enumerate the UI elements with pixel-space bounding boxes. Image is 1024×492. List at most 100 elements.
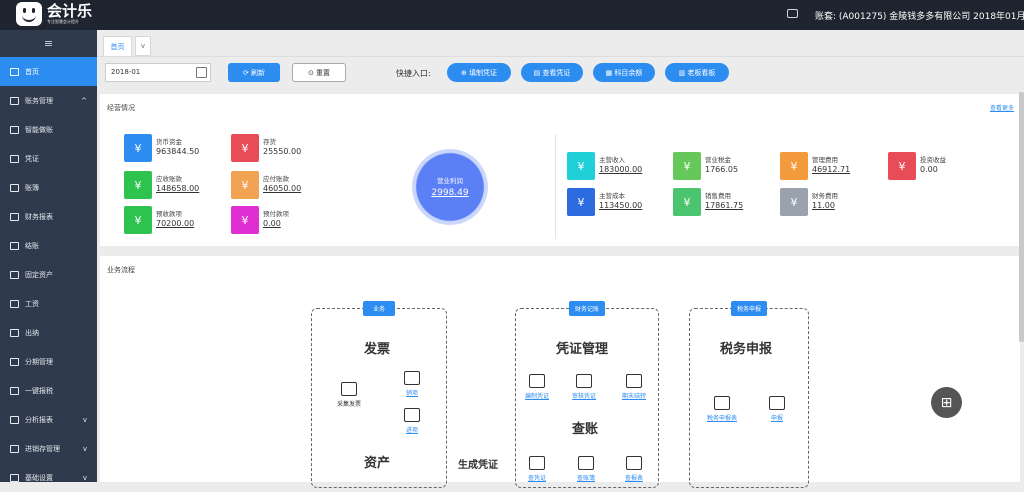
sidebar-item-4[interactable]: 账簿: [0, 173, 97, 202]
calendar-icon[interactable]: [196, 67, 207, 78]
fill-voucher-item[interactable]: 编制凭证: [515, 374, 559, 400]
reset-button[interactable]: ⊙ 重置: [292, 63, 346, 82]
quick-view-voucher-label: 查看凭证: [542, 68, 571, 77]
input-invoice-item[interactable]: 进项: [390, 408, 434, 434]
stat-value[interactable]: 148658.00: [156, 184, 199, 193]
quick-view-voucher-button[interactable]: ▤ 查看凭证: [521, 63, 583, 82]
stat-left-4[interactable]: ¥ 预收款项 70200.00: [124, 206, 234, 240]
purchase-invoice-label: 采集发票: [336, 401, 361, 408]
stat-value[interactable]: 46050.00: [263, 184, 301, 193]
stat-right-0[interactable]: ¥ 主营收入 183000.00: [567, 152, 677, 186]
sidebar-item-label: 结账: [25, 241, 39, 250]
stat-left-0[interactable]: ¥ 货币资金 963844.50: [124, 134, 234, 168]
stat-right-3[interactable]: ¥ 投资收益 0.00: [888, 152, 998, 186]
sidebar-item-label: 财务报表: [25, 212, 53, 221]
sidebar-item-12[interactable]: 分析报表 v: [0, 405, 97, 434]
query-voucher-item[interactable]: 查凭证: [515, 456, 559, 482]
logo[interactable]: 会计乐 专注智慧会计提升: [16, 2, 92, 26]
sidebar-icon: [10, 328, 19, 337]
stat-value: 1766.05: [705, 165, 739, 174]
stat-left-1[interactable]: ¥ 存货 25550.00: [231, 134, 341, 168]
tax-declare-label: 申报: [770, 415, 783, 422]
period-close-label: 期末结转: [621, 393, 646, 400]
sidebar-item-label: 首页: [25, 67, 39, 76]
sidebar-icon: [10, 183, 19, 192]
sidebar-item-3[interactable]: 凭证: [0, 144, 97, 173]
floating-grid-button[interactable]: ⊞: [931, 387, 962, 418]
pen-icon: [529, 374, 545, 388]
period-close-item[interactable]: 期末结转: [612, 374, 656, 400]
stat-label: 存货: [263, 138, 276, 146]
chevron-icon: v: [82, 473, 87, 482]
stat-left-2[interactable]: ¥ 应收账款 148658.00: [124, 171, 234, 205]
audit-doc-icon: [576, 374, 592, 388]
stat-value[interactable]: 17861.75: [705, 201, 743, 210]
tax-report-item[interactable]: 税务申报表: [700, 396, 744, 422]
stat-label: 货币资金: [156, 138, 182, 146]
sidebar-item-14[interactable]: 基础设置 v: [0, 463, 97, 492]
sidebar-item-0[interactable]: 首页: [0, 57, 97, 86]
stat-value[interactable]: 113450.00: [599, 201, 642, 210]
sidebar-item-7[interactable]: 固定资产: [0, 260, 97, 289]
stat-value[interactable]: 46912.71: [812, 165, 850, 174]
sidebar-item-label: 出纳: [25, 328, 39, 337]
sidebar-item-13[interactable]: 进销存管理 v: [0, 434, 97, 463]
sidebar-item-label: 账簿: [25, 183, 39, 192]
sidebar-icon: [10, 241, 19, 250]
stat-right-5[interactable]: ¥ 销售费用 17861.75: [673, 188, 783, 222]
refresh-button[interactable]: ⟳ 刷新: [228, 63, 280, 82]
tab-home[interactable]: 首页: [103, 36, 132, 56]
sidebar-item-6[interactable]: 结账: [0, 231, 97, 260]
stat-value[interactable]: 70200.00: [156, 219, 194, 228]
tab-dropdown-chevron-icon[interactable]: v: [135, 36, 151, 56]
hamburger-icon[interactable]: ≡: [0, 30, 97, 57]
generate-voucher-label: 生成凭证: [458, 460, 498, 471]
stat-icon: ¥: [231, 134, 259, 162]
operating-profit-ring[interactable]: 营业利润 2998.49: [412, 149, 488, 225]
period-date-input[interactable]: 2018-01: [105, 63, 211, 82]
quick-fill-voucher-button[interactable]: ⊕ 填制凭证: [447, 63, 511, 82]
purchase-invoice-item[interactable]: 采集发票: [327, 382, 371, 408]
tax-declare-item[interactable]: 申报: [755, 396, 799, 422]
stat-value[interactable]: 183000.00: [599, 165, 642, 174]
message-icon[interactable]: [787, 9, 798, 18]
sidebar-item-10[interactable]: 分期管理: [0, 347, 97, 376]
stat-left-3[interactable]: ¥ 应付账款 46050.00: [231, 171, 341, 205]
quick-boss-dashboard-button[interactable]: ▥ 老板看板: [665, 63, 729, 82]
chevron-icon: v: [82, 444, 87, 453]
scrollbar[interactable]: [1019, 92, 1024, 342]
quick-account-balance-button[interactable]: ▦ 科目余额: [593, 63, 655, 82]
sidebar-item-1[interactable]: 账务管理 ^: [0, 86, 97, 115]
query-ledger-item[interactable]: 查账簿: [564, 456, 608, 482]
sidebar-item-label: 分期管理: [25, 357, 53, 366]
view-more-link[interactable]: 查看更多: [990, 103, 1014, 112]
finance-badge: 财务记账: [569, 301, 605, 316]
sidebar-item-11[interactable]: 一键报税: [0, 376, 97, 405]
sidebar-icon: [10, 67, 19, 76]
stat-left-5[interactable]: ¥ 预付款项 0.00: [231, 206, 341, 240]
stat-right-2[interactable]: ¥ 管理费用 46912.71: [780, 152, 890, 186]
stat-value[interactable]: 11.00: [812, 201, 835, 210]
sidebar-icon: [10, 154, 19, 163]
sidebar-icon: [10, 415, 19, 424]
stat-right-1[interactable]: ¥ 营业税金 1766.05: [673, 152, 783, 186]
stat-icon: ¥: [888, 152, 916, 180]
operating-profit-value[interactable]: 2998.49: [412, 188, 488, 198]
stat-label: 管理费用: [812, 156, 838, 164]
stat-value: 0.00: [920, 165, 938, 174]
sidebar-item-2[interactable]: 智能做账: [0, 115, 97, 144]
stat-icon: ¥: [231, 171, 259, 199]
sidebar-item-label: 智能做账: [25, 125, 53, 134]
sidebar-item-5[interactable]: 财务报表: [0, 202, 97, 231]
stat-value[interactable]: 0.00: [263, 219, 281, 228]
stat-right-4[interactable]: ¥ 主营成本 113450.00: [567, 188, 677, 222]
sidebar-icon: [10, 386, 19, 395]
stat-right-6[interactable]: ¥ 财务费用 11.00: [780, 188, 890, 222]
query-report-item[interactable]: 查报表: [612, 456, 656, 482]
audit-voucher-item[interactable]: 审核凭证: [562, 374, 606, 400]
sidebar-item-9[interactable]: 出纳: [0, 318, 97, 347]
sidebar-item-8[interactable]: 工资: [0, 289, 97, 318]
sidebar-icon: [10, 444, 19, 453]
audit-voucher-label: 审核凭证: [571, 393, 596, 400]
sales-invoice-item[interactable]: 销项: [390, 371, 434, 397]
